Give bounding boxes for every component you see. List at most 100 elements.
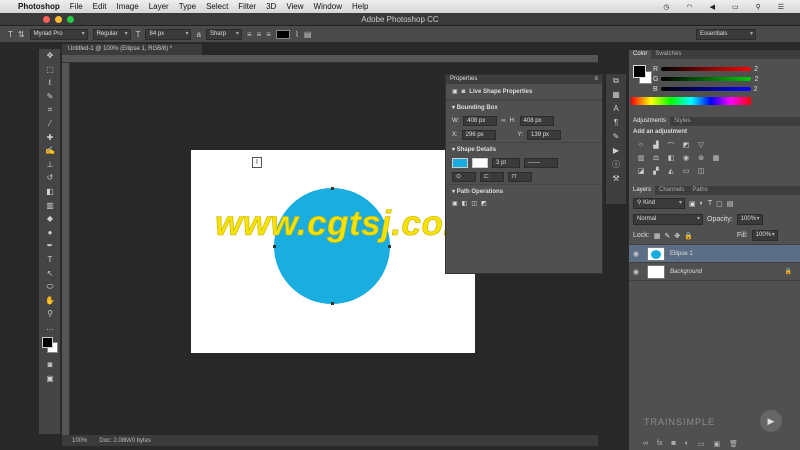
battery-icon[interactable]: ▭ — [732, 3, 739, 11]
layer-style-icon[interactable]: fx — [657, 440, 662, 448]
history-icon[interactable]: ⧉ — [606, 74, 626, 88]
tool-presets-icon[interactable]: ⚒ — [606, 172, 626, 186]
opacity-input[interactable]: 100% — [736, 214, 763, 225]
clock-icon[interactable]: ◷ — [663, 3, 669, 11]
tab-color[interactable]: Color — [629, 50, 652, 59]
document-tab[interactable]: Untitled-1 @ 100% (Ellipse 1, RGB/8) * — [62, 44, 202, 55]
volume-icon[interactable]: ◀ — [710, 3, 715, 11]
properties-icon[interactable]: ▦ — [606, 88, 626, 102]
align-center-icon[interactable]: ≡ — [257, 30, 262, 39]
font-family-select[interactable]: Myriad Pro — [29, 28, 88, 40]
foreground-color[interactable] — [633, 65, 646, 78]
menu-image[interactable]: Image — [116, 2, 138, 11]
quick-select-tool-icon[interactable]: ✎ — [39, 90, 61, 104]
screen-mode-icon[interactable]: ▣ — [39, 372, 61, 386]
r-value[interactable]: 2 — [754, 66, 758, 73]
healing-tool-icon[interactable]: ✚ — [39, 131, 61, 145]
tab-paths[interactable]: Paths — [688, 186, 711, 195]
delete-layer-icon[interactable]: 🗑 — [729, 440, 738, 448]
vibrance-icon[interactable]: ▽ — [695, 141, 707, 151]
tab-swatches[interactable]: Swatches — [651, 50, 685, 59]
hue-saturation-icon[interactable]: ▥ — [635, 154, 647, 164]
shape-details-section[interactable]: ▾ Shape Details — [446, 142, 602, 156]
blend-mode-select[interactable]: Normal — [633, 214, 703, 225]
layer-row-background[interactable]: ◉ Background 🔒 — [629, 263, 800, 281]
zoom-tool-icon[interactable]: ⚲ — [39, 307, 61, 321]
invert-icon[interactable]: ◪ — [635, 167, 647, 177]
g-slider[interactable] — [661, 77, 752, 81]
list-icon[interactable]: ☰ — [778, 3, 784, 11]
text-color-swatch[interactable] — [275, 29, 290, 39]
selective-color-icon[interactable]: ◫ — [695, 167, 707, 177]
stroke-caps-select[interactable]: ⊏ — [480, 172, 504, 182]
type-tool-icon[interactable]: T — [8, 30, 13, 39]
new-adjustment-icon[interactable]: ◐ — [685, 440, 689, 448]
character-panel-icon[interactable]: ▤ — [304, 30, 312, 39]
anchor-point-right[interactable] — [388, 245, 391, 248]
lasso-tool-icon[interactable]: ℓ — [39, 76, 61, 90]
anchor-point-left[interactable] — [273, 245, 276, 248]
layer-name[interactable]: Ellipse 1 — [670, 251, 693, 257]
fill-input[interactable]: 100% — [751, 230, 778, 241]
menu-filter[interactable]: Filter — [238, 2, 256, 11]
menu-help[interactable]: Help — [352, 2, 368, 11]
paragraph-icon[interactable]: ¶ — [606, 116, 626, 130]
new-layer-icon[interactable]: ▣ — [714, 440, 721, 448]
font-style-select[interactable]: Regular — [92, 28, 131, 40]
eyedropper-tool-icon[interactable]: ⁄ — [39, 117, 61, 131]
filter-kind-select[interactable]: ⚲ Kind — [633, 198, 685, 209]
g-value[interactable]: 2 — [754, 76, 758, 83]
zoom-level[interactable]: 100% — [72, 438, 87, 444]
height-input[interactable]: 408 px — [519, 116, 554, 126]
tab-channels[interactable]: Channels — [655, 186, 688, 195]
curves-icon[interactable]: ⌒ — [665, 141, 677, 151]
menu-view[interactable]: View — [286, 2, 303, 11]
zoom-window-button[interactable] — [67, 16, 74, 23]
brush-tool-icon[interactable]: ✍ — [39, 144, 61, 158]
path-operations-section[interactable]: ▾ Path Operations — [446, 184, 602, 198]
doc-info[interactable]: Doc: 2.08M/0 bytes — [99, 438, 151, 444]
shape-tool-icon[interactable]: ⬭ — [39, 280, 61, 294]
layer-row-ellipse[interactable]: ◉ Ellipse 1 — [629, 245, 800, 263]
workspace-select[interactable]: Essentials — [696, 29, 756, 40]
type-tool-icon[interactable]: T — [39, 253, 61, 267]
menu-edit[interactable]: Edit — [93, 2, 107, 11]
marquee-tool-icon[interactable]: ⬚ — [39, 63, 61, 77]
stroke-width-input[interactable]: 3 pt — [492, 158, 520, 168]
filter-shape-icon[interactable]: ▢ — [716, 200, 723, 208]
visibility-eye-icon[interactable]: ◉ — [633, 268, 642, 276]
combine-shapes-icon[interactable]: ▣ — [452, 200, 458, 207]
actions-icon[interactable]: ▶ — [606, 144, 626, 158]
menu-select[interactable]: Select — [206, 2, 228, 11]
exposure-icon[interactable]: ◩ — [680, 141, 692, 151]
filter-adjust-icon[interactable]: ◐ — [700, 200, 704, 207]
color-swatches[interactable] — [39, 334, 60, 358]
search-icon[interactable]: ⚲ — [756, 3, 761, 11]
filter-pixel-icon[interactable]: ▣ — [689, 200, 696, 208]
crop-tool-icon[interactable]: ⌗ — [39, 103, 61, 117]
more-tools-icon[interactable]: … — [39, 321, 61, 335]
color-lookup-icon[interactable]: ▦ — [710, 154, 722, 164]
dodge-tool-icon[interactable]: ● — [39, 226, 61, 240]
layer-name[interactable]: Background — [670, 269, 702, 275]
move-tool-icon[interactable]: ✥ — [39, 49, 61, 63]
levels-icon[interactable]: ▟ — [650, 141, 662, 151]
width-input[interactable]: 408 px — [463, 116, 498, 126]
anchor-point-top[interactable] — [331, 187, 334, 190]
menu-window[interactable]: Window — [314, 2, 342, 11]
hand-tool-icon[interactable]: ✋ — [39, 294, 61, 308]
link-layers-icon[interactable]: ∞ — [643, 440, 648, 448]
tab-adjustments[interactable]: Adjustments — [629, 117, 671, 126]
font-size-select[interactable]: 84 px — [145, 28, 192, 40]
panel-menu-icon[interactable]: ≡ — [594, 75, 598, 84]
black-white-icon[interactable]: ◧ — [665, 154, 677, 164]
shape-properties-icon[interactable]: ▣ — [452, 88, 458, 95]
lock-all-icon[interactable]: 🔒 — [684, 232, 693, 240]
gradient-map-icon[interactable]: ▭ — [680, 167, 692, 177]
menu-app-name[interactable]: Photoshop — [18, 2, 60, 11]
lock-position-icon[interactable]: ✥ — [674, 232, 680, 240]
brightness-icon[interactable]: ☼ — [635, 141, 647, 151]
lock-image-icon[interactable]: ✎ — [664, 232, 670, 240]
intersect-shape-icon[interactable]: ◫ — [471, 200, 477, 207]
play-icon[interactable]: ▶ — [760, 410, 782, 432]
